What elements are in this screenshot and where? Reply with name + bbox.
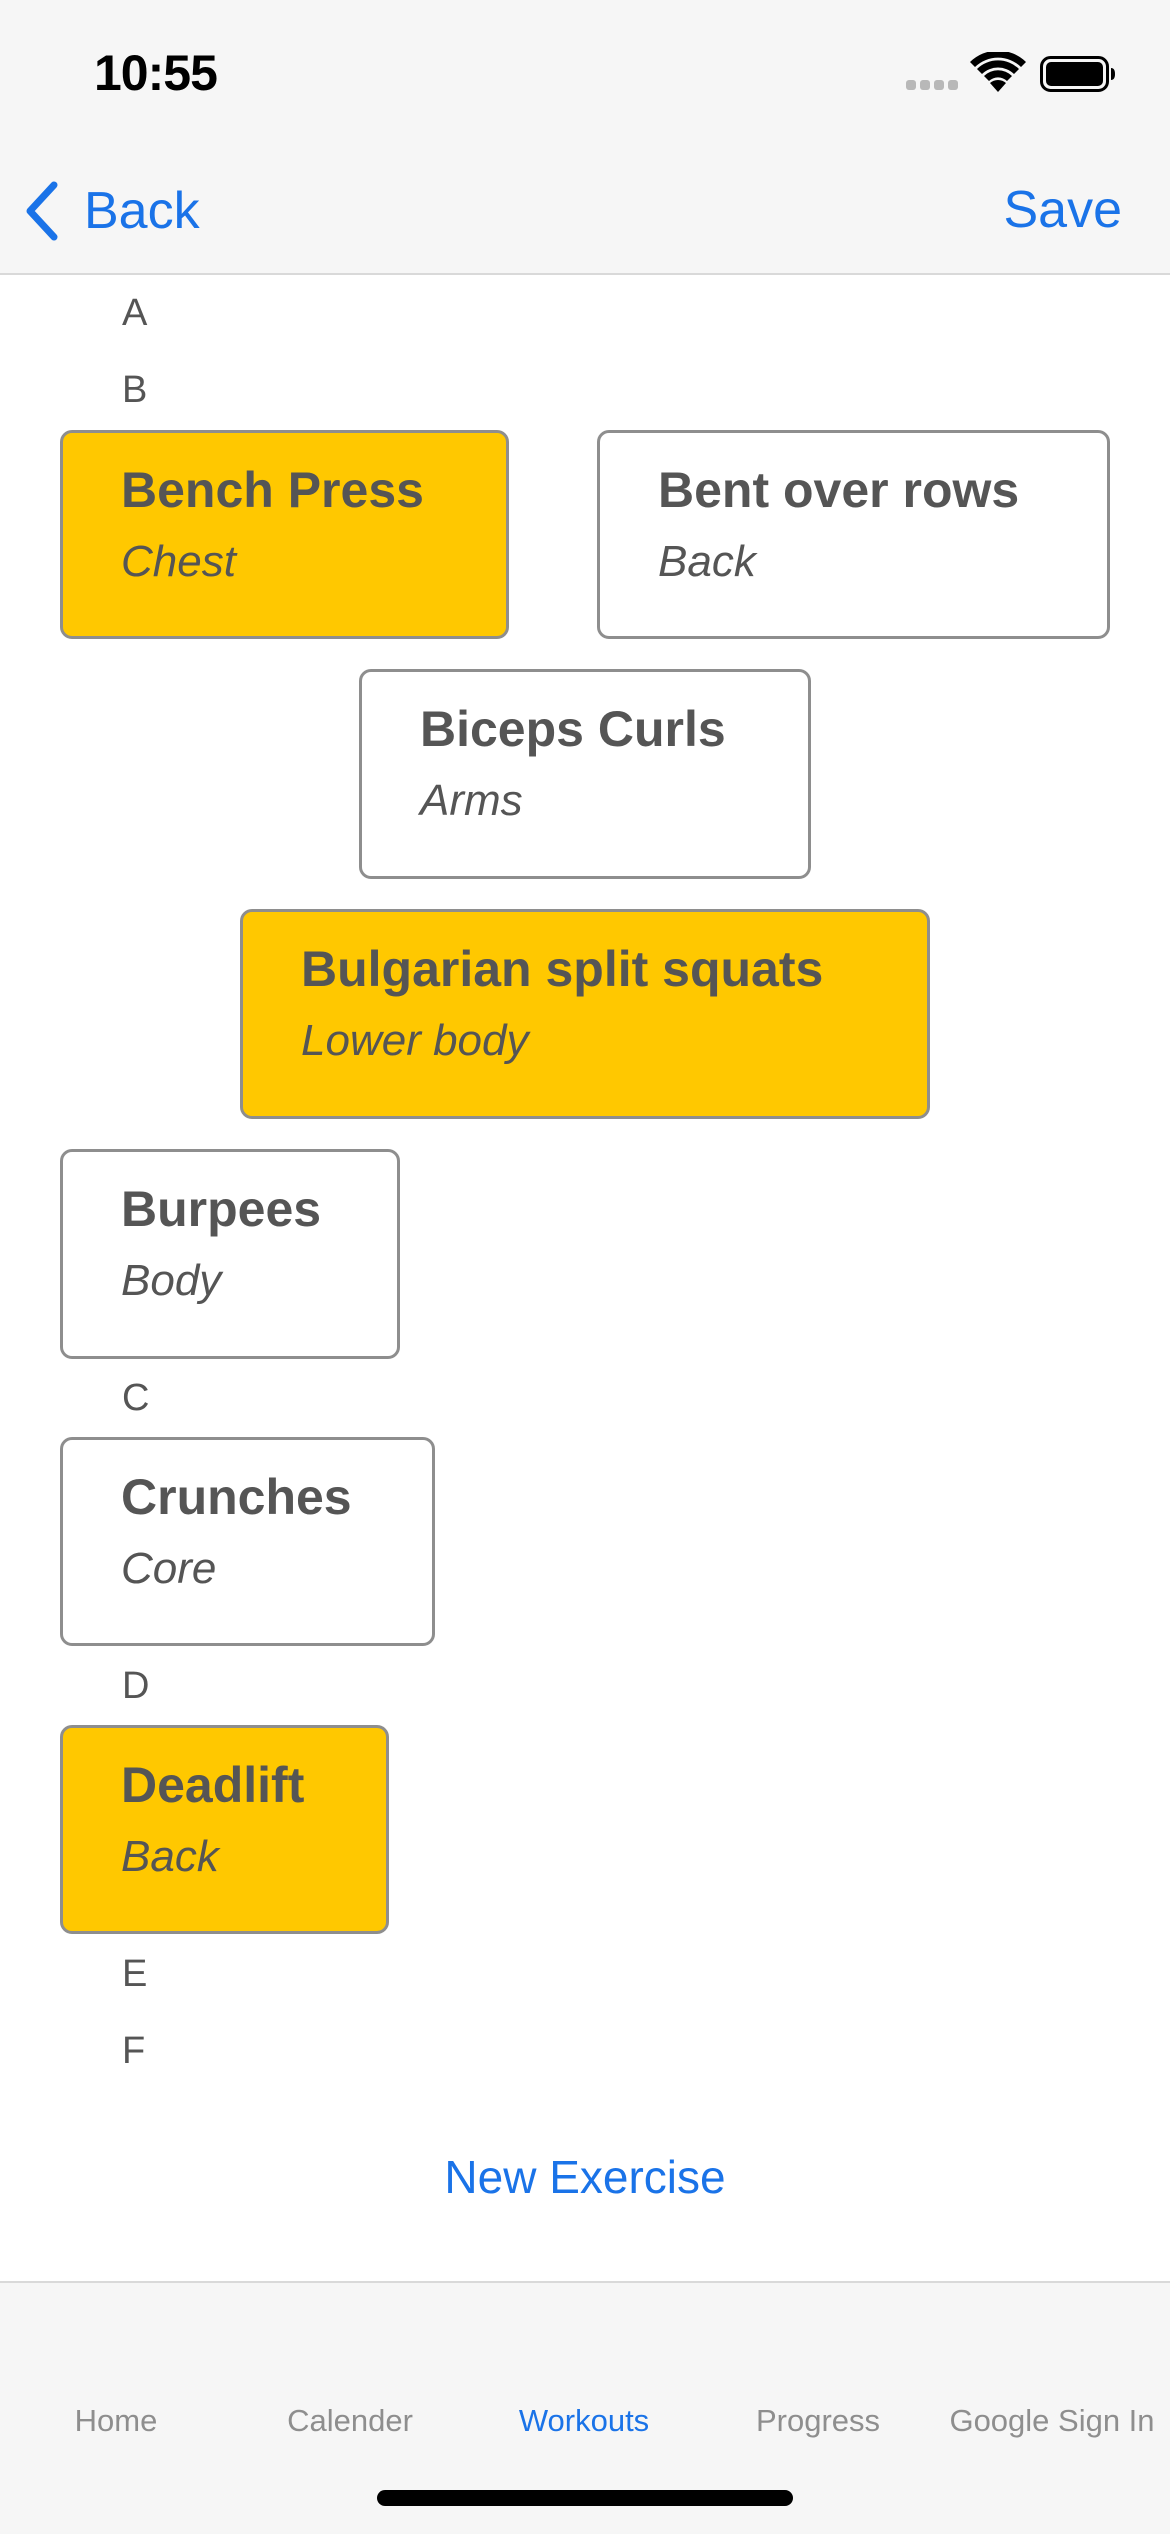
section-header-a: A <box>122 292 148 334</box>
save-button[interactable]: Save <box>1003 180 1122 240</box>
exercise-name: Burpees <box>121 1181 322 1237</box>
exercise-category: Body <box>121 1256 222 1305</box>
new-exercise-button[interactable]: New Exercise <box>0 2150 1170 2204</box>
back-label: Back <box>84 182 200 240</box>
navigation-bar: Back Save <box>0 150 1170 275</box>
exercise-category: Back <box>658 537 756 586</box>
exercise-card-bulgarian-split-squats[interactable]: Bulgarian split squats Lower body <box>240 909 930 1119</box>
exercise-category: Core <box>121 1544 217 1593</box>
tab-home[interactable]: Home <box>75 2403 158 2439</box>
battery-icon <box>1040 56 1116 92</box>
wifi-icon <box>970 50 1026 94</box>
tab-calender[interactable]: Calender <box>287 2403 413 2439</box>
home-indicator <box>377 2490 793 2506</box>
exercise-card-biceps-curls[interactable]: Biceps Curls Arms <box>359 669 811 879</box>
tab-workouts[interactable]: Workouts <box>519 2403 649 2439</box>
exercise-category: Back <box>121 1832 219 1881</box>
exercise-name: Crunches <box>121 1469 352 1525</box>
exercise-category: Lower body <box>301 1016 529 1065</box>
exercise-name: Bulgarian split squats <box>301 941 824 997</box>
signal-icon <box>906 80 960 92</box>
exercise-name: Deadlift <box>121 1757 305 1813</box>
exercise-card-burpees[interactable]: Burpees Body <box>60 1149 400 1359</box>
section-header-d: D <box>122 1665 150 1707</box>
section-header-b: B <box>122 369 148 411</box>
back-button[interactable]: Back <box>22 176 200 246</box>
tab-progress[interactable]: Progress <box>756 2403 880 2439</box>
exercise-list: A B Bench Press Chest Bent over rows Bac… <box>0 275 1170 2280</box>
exercise-card-bench-press[interactable]: Bench Press Chest <box>60 430 509 639</box>
section-header-e: E <box>122 1953 148 1995</box>
exercise-card-bent-over-rows[interactable]: Bent over rows Back <box>597 430 1110 639</box>
exercise-name: Biceps Curls <box>420 701 726 757</box>
exercise-category: Arms <box>420 776 523 825</box>
exercise-card-crunches[interactable]: Crunches Core <box>60 1437 435 1646</box>
status-bar: 10:55 <box>0 0 1170 150</box>
exercise-category: Chest <box>121 537 236 586</box>
chevron-left-icon <box>26 181 58 241</box>
exercise-name: Bench Press <box>121 462 424 518</box>
section-header-f: F <box>122 2030 146 2072</box>
tab-google-sign-in[interactable]: Google Sign In <box>949 2403 1154 2439</box>
exercise-card-deadlift[interactable]: Deadlift Back <box>60 1725 389 1934</box>
status-time: 10:55 <box>94 45 218 101</box>
section-header-c: C <box>122 1377 150 1419</box>
exercise-name: Bent over rows <box>658 462 1020 518</box>
